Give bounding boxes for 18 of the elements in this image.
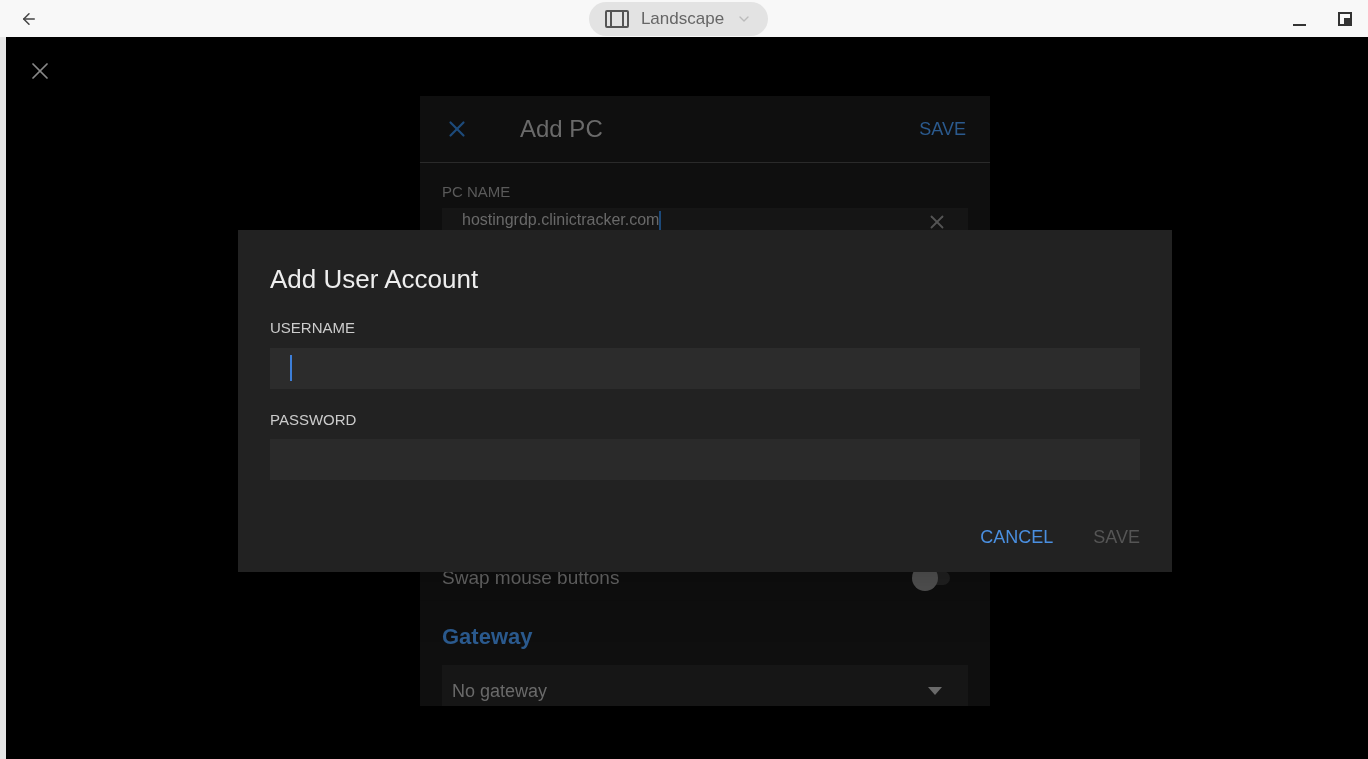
dropdown-arrow-icon xyxy=(928,687,942,695)
maximize-icon xyxy=(1338,11,1352,26)
gateway-dropdown[interactable]: No gateway xyxy=(442,665,968,706)
minimize-button[interactable] xyxy=(1293,23,1306,26)
setting-label: Swap mouse buttons xyxy=(442,565,620,590)
panel-title: Add PC xyxy=(520,114,603,144)
field-label: USERNAME xyxy=(270,318,356,338)
minimize-icon xyxy=(1293,23,1306,26)
dialog-button[interactable]: CANCEL xyxy=(980,524,1054,551)
maximize-button[interactable] xyxy=(1338,11,1352,26)
field-label: PC NAME xyxy=(442,182,512,202)
input-field[interactable] xyxy=(270,347,1140,389)
dialog-title: Add User Account xyxy=(270,263,480,296)
screen-icon xyxy=(604,9,629,28)
section-heading: Gateway xyxy=(442,623,534,651)
field-label: PASSWORD xyxy=(270,409,358,430)
save-button[interactable]: SAVE xyxy=(919,115,966,143)
orientation-dropdown[interactable]: Landscape xyxy=(588,1,769,36)
